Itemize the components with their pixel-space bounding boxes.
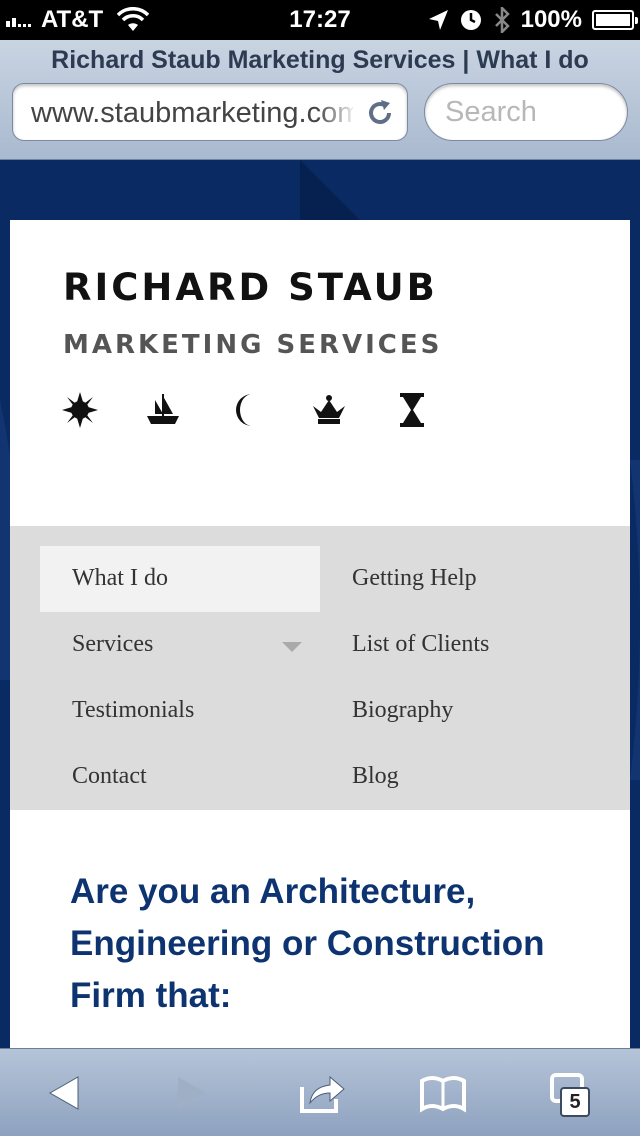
location-arrow-icon <box>428 10 448 30</box>
logo-title[interactable]: RICHARD STAUB <box>63 266 438 309</box>
logo-emblems <box>60 390 432 430</box>
site-header: RICHARD STAUB MARKETING SERVICES <box>10 220 630 526</box>
browser-chrome: Richard Staub Marketing Services | What … <box>0 40 640 160</box>
forward-icon[interactable] <box>164 1069 214 1117</box>
search-input[interactable]: Search <box>424 83 628 141</box>
alarm-clock-icon <box>460 10 481 30</box>
logo-subtitle[interactable]: MARKETING SERVICES <box>63 330 442 360</box>
main-nav: What I do Services Testimonials Contact … <box>10 526 630 810</box>
nav-label: List of Clients <box>352 631 490 657</box>
nav-item-biography[interactable]: Biography <box>320 678 600 744</box>
status-right: 100% <box>427 6 638 34</box>
page-title: Richard Staub Marketing Services | What … <box>51 46 589 74</box>
nav-item-getting-help[interactable]: Getting Help <box>320 546 600 612</box>
bluetooth-icon <box>494 7 510 33</box>
nav-label: Getting Help <box>352 565 477 591</box>
nav-item-blog[interactable]: Blog <box>320 744 600 810</box>
nav-item-testimonials[interactable]: Testimonials <box>40 678 320 744</box>
nav-label: What I do <box>72 565 168 591</box>
ship-icon <box>147 394 179 424</box>
crown-icon <box>313 395 345 424</box>
main-content: Are you an Architecture, Engineering or … <box>10 810 630 1050</box>
moon-icon <box>236 394 252 426</box>
battery-icon <box>592 10 638 30</box>
url-text: www.staubmarketing.com <box>31 97 353 129</box>
status-bar: AT&T 17:27 100% <box>0 0 640 40</box>
share-icon[interactable] <box>296 1069 346 1117</box>
nav-item-contact[interactable]: Contact <box>40 744 320 810</box>
battery-percent: 100% <box>520 6 582 33</box>
nav-label: Blog <box>352 763 399 789</box>
bookmarks-icon[interactable] <box>418 1069 468 1117</box>
nav-label: Contact <box>72 763 147 789</box>
nav-item-what-i-do[interactable]: What I do <box>40 546 320 612</box>
url-field[interactable]: www.staubmarketing.com <box>12 83 408 141</box>
nav-label: Biography <box>352 697 454 723</box>
nav-item-list-of-clients[interactable]: List of Clients <box>320 612 600 678</box>
reload-icon[interactable] <box>363 96 397 130</box>
browser-toolbar: 5 <box>0 1048 640 1136</box>
nav-label: Services <box>72 631 154 657</box>
nav-item-services[interactable]: Services <box>40 612 320 678</box>
chevron-down-icon[interactable] <box>282 642 302 652</box>
sun-icon <box>62 392 98 428</box>
tab-count-badge[interactable]: 5 <box>560 1087 590 1117</box>
page-headline: Are you an Architecture, Engineering or … <box>70 872 545 1015</box>
nav-label: Testimonials <box>72 697 195 723</box>
back-icon[interactable] <box>40 1069 90 1117</box>
url-fade <box>317 90 357 134</box>
hourglass-icon <box>400 393 424 427</box>
